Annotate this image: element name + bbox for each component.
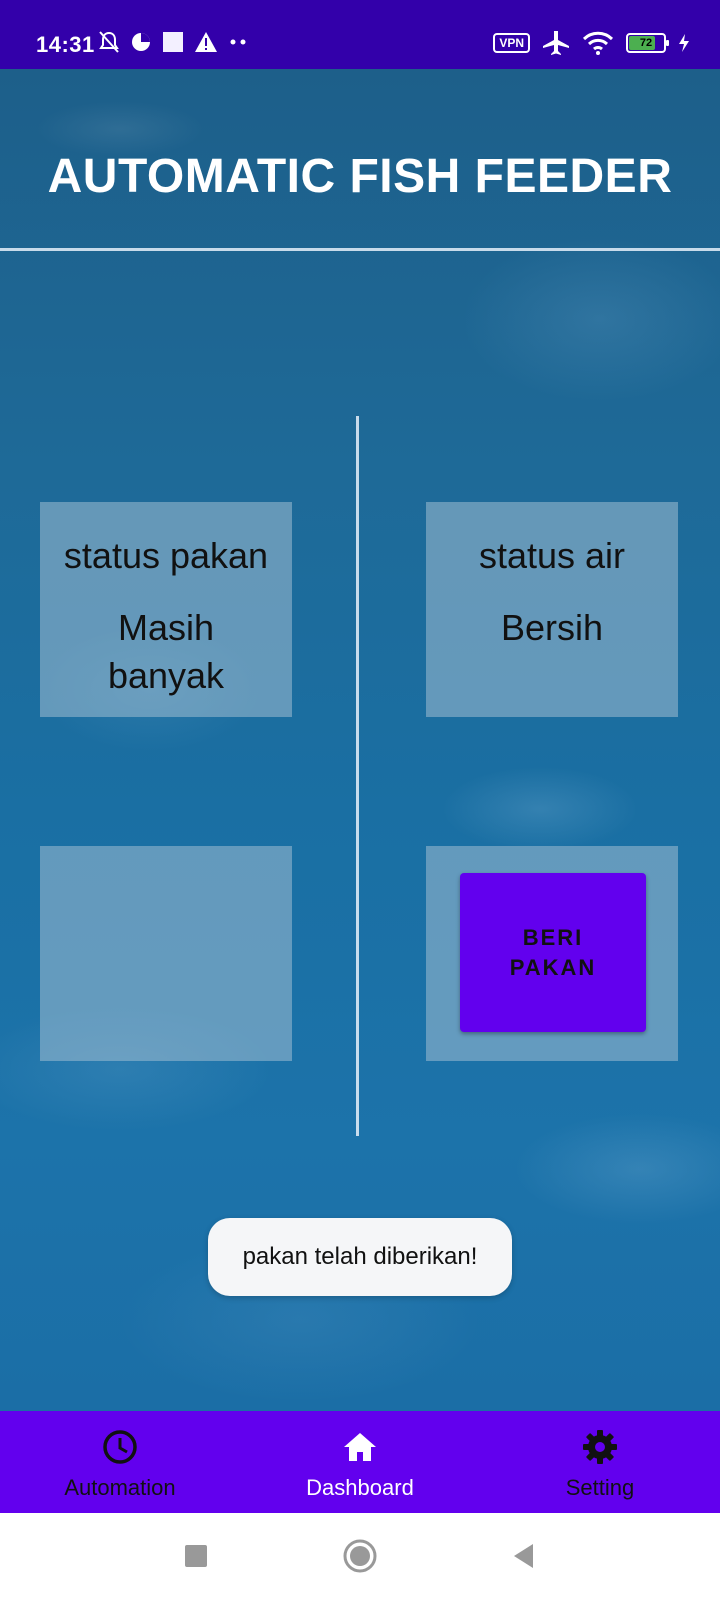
notification-icons: [98, 30, 248, 54]
panel-status-air: status air Bersih: [426, 502, 678, 717]
status-pakan-label: status pakan: [63, 535, 269, 576]
battery-level: 72: [639, 37, 653, 49]
beri-pakan-label-line2: PAKAN: [509, 954, 597, 980]
panel-status-pakan: status pakan Masih banyak: [40, 502, 292, 717]
home-button[interactable]: [320, 1513, 400, 1600]
status-air-value: Bersih: [500, 607, 604, 648]
nav-item-automation[interactable]: Automation: [0, 1411, 240, 1513]
battery-nub: [666, 40, 669, 46]
wifi-icon: [582, 31, 614, 55]
nav-item-setting[interactable]: Setting: [480, 1411, 720, 1513]
back-button[interactable]: [484, 1513, 564, 1600]
status-time: 14:31: [36, 32, 95, 57]
title-divider: [0, 248, 720, 251]
nav-label-automation: Automation: [64, 1475, 176, 1500]
vertical-divider: [356, 416, 359, 1136]
status-pakan-value-line2: banyak: [107, 655, 225, 696]
bottom-navigation: Automation Dashboard Setting: [0, 1411, 720, 1513]
bell-off-icon: [99, 31, 119, 53]
back-triangle-icon: [514, 1544, 533, 1568]
warning-icon: [195, 32, 217, 52]
battery-icon: 72: [626, 33, 669, 53]
data-saver-icon: [132, 33, 150, 51]
clock-icon: [103, 1430, 137, 1464]
status-air-label: status air: [478, 535, 626, 576]
charging-bolt-icon: [679, 34, 689, 52]
recents-square-icon: [185, 1545, 207, 1567]
nav-label-setting: Setting: [565, 1475, 635, 1500]
beri-pakan-label: BERI PAKAN: [498, 923, 608, 983]
gear-icon: [583, 1430, 617, 1464]
nav-label-dashboard: Dashboard: [306, 1475, 414, 1500]
beri-pakan-button[interactable]: BERI PAKAN: [460, 873, 646, 1032]
status-bar: 14:31 VPN 72: [0, 0, 720, 69]
toast-message: pakan telah diberikan!: [208, 1218, 512, 1296]
beri-pakan-label-line1: BERI: [522, 924, 584, 950]
system-navigation-bar: [0, 1513, 720, 1600]
vpn-badge: VPN: [493, 33, 530, 53]
home-icon: [344, 1433, 376, 1461]
status-pakan-value-line1: Masih: [117, 607, 215, 648]
dashboard-background: AUTOMATIC FISH FEEDER status pakan Masih…: [0, 69, 720, 1411]
app-title: AUTOMATIC FISH FEEDER: [47, 150, 673, 203]
system-status-icons: VPN 72: [493, 30, 690, 56]
airplane-icon: [543, 31, 569, 55]
panel-empty: [40, 846, 292, 1061]
more-notifications-icon: [230, 39, 246, 45]
recents-button[interactable]: [156, 1513, 236, 1600]
nav-item-dashboard[interactable]: Dashboard: [240, 1411, 480, 1513]
square-notification-icon: [163, 32, 183, 52]
home-circle-icon: [343, 1539, 377, 1573]
